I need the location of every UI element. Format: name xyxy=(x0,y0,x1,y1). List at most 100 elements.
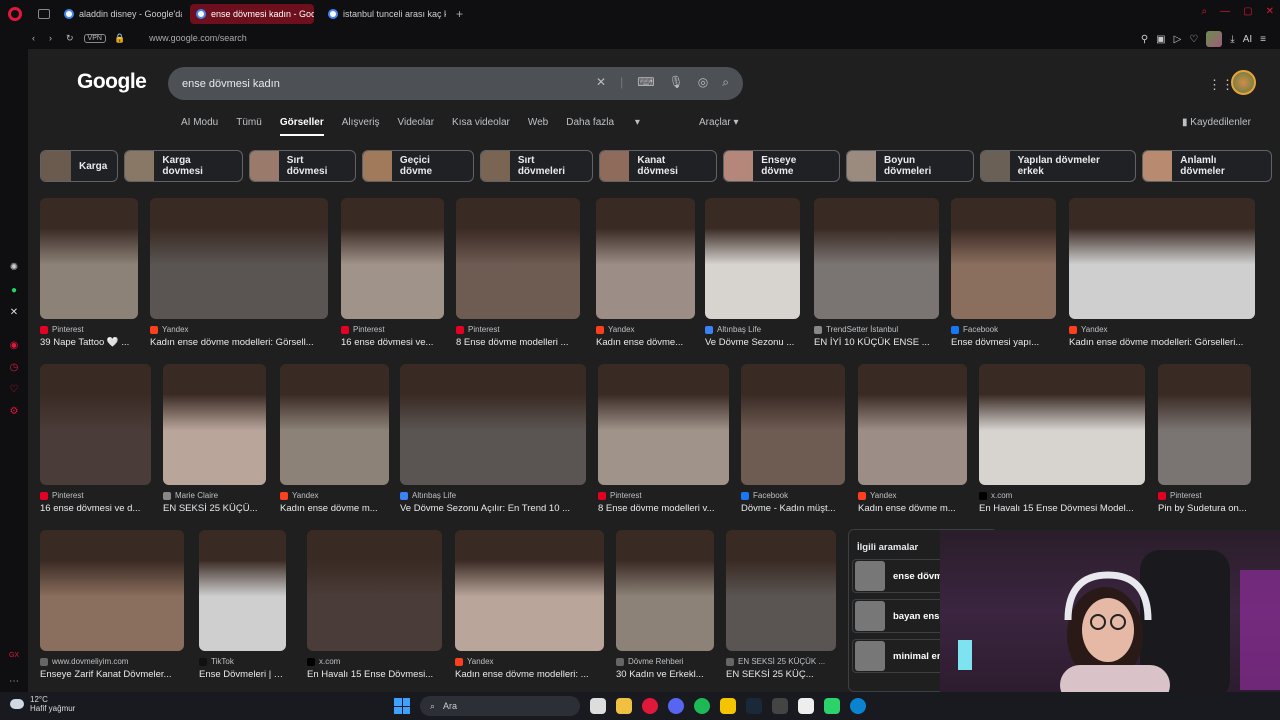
result-title[interactable]: 8 Ense dövme modelleri ... xyxy=(456,337,580,348)
google-logo[interactable]: Google xyxy=(77,70,147,94)
forward-icon[interactable]: › xyxy=(49,33,52,43)
heart-icon[interactable]: ♡ xyxy=(1189,34,1198,45)
app-icon[interactable] xyxy=(772,698,788,714)
suggestion-chip[interactable]: Kanat dövmesi xyxy=(599,150,718,182)
result-title[interactable]: Kadın ense dövme m... xyxy=(280,503,389,514)
lens-icon[interactable]: ◎ xyxy=(698,75,708,90)
pin-icon[interactable]: ⚲ xyxy=(1141,34,1148,45)
result-thumbnail[interactable] xyxy=(150,198,328,319)
gx-icon[interactable]: GX xyxy=(8,650,20,662)
search-tabs-icon[interactable]: ⌕ xyxy=(1202,6,1208,17)
app-green-icon[interactable] xyxy=(824,698,840,714)
discord-icon[interactable] xyxy=(668,698,684,714)
result-source[interactable]: x.com xyxy=(307,657,442,666)
result-title[interactable]: Kadın ense dövme modelleri: Görsell... xyxy=(150,337,328,348)
opera-logo-icon[interactable] xyxy=(8,6,22,21)
reload-icon[interactable]: ↻ xyxy=(66,33,74,44)
opera-player-icon[interactable]: ◉ xyxy=(8,340,20,352)
result-thumbnail[interactable] xyxy=(979,364,1145,485)
steam-icon[interactable] xyxy=(746,698,762,714)
suggestion-chip[interactable]: Enseye dövme xyxy=(723,150,841,182)
result-title[interactable]: Kadın ense dövme m... xyxy=(858,503,967,514)
result-title[interactable]: En Havalı 15 Ense Dövmesi... xyxy=(307,669,442,680)
file-explorer-icon[interactable] xyxy=(616,698,632,714)
result-thumbnail[interactable] xyxy=(814,198,939,319)
workspaces-icon[interactable] xyxy=(38,8,50,19)
tab-web[interactable]: Web xyxy=(528,117,548,136)
result-thumbnail[interactable] xyxy=(951,198,1056,319)
image-result[interactable]: Dövme Rehberi 30 Kadın ve Erkekl... xyxy=(616,530,714,680)
image-result[interactable]: x.com En Havalı 15 Ense Dövmesi... xyxy=(307,530,442,680)
result-source[interactable]: Pinterest xyxy=(40,491,151,500)
browser-tab[interactable]: istanbul tunceli arası kaç k xyxy=(322,4,446,24)
result-source[interactable]: Facebook xyxy=(951,325,1056,334)
result-title[interactable]: Ense Dövmeleri | T... xyxy=(199,669,286,680)
image-result[interactable]: EN SEKSİ 25 KÜÇÜK ... EN SEKSİ 25 KÜÇ... xyxy=(726,530,836,680)
tab-all[interactable]: Tümü xyxy=(236,117,262,136)
result-source[interactable]: Pinterest xyxy=(341,325,444,334)
image-result[interactable]: Facebook Dövme - Kadın müşt... xyxy=(741,364,845,514)
result-title[interactable]: Enseye Zarif Kanat Dövmeler... xyxy=(40,669,184,680)
suggestion-chip[interactable]: Sırt dövmeleri xyxy=(479,150,594,182)
image-result[interactable]: Pinterest Pin by Sudetura on... xyxy=(1158,364,1251,514)
result-title[interactable]: EN İYİ 10 KÜÇÜK ENSE ... xyxy=(814,337,939,348)
tab-ai-mode[interactable]: AI Modu xyxy=(181,117,218,136)
clear-icon[interactable]: ✕ xyxy=(596,75,606,90)
history-icon[interactable]: ◷ xyxy=(8,362,20,374)
result-source[interactable]: Altınbaş Life xyxy=(400,491,586,500)
result-source[interactable]: Pinterest xyxy=(1158,491,1251,500)
image-result[interactable]: Yandex Kadın ense dövme modelleri: ... xyxy=(455,530,604,680)
result-title[interactable]: Pin by Sudetura on... xyxy=(1158,503,1251,514)
vpn-badge[interactable]: VPN xyxy=(83,33,106,43)
result-thumbnail[interactable] xyxy=(163,364,266,485)
tab-videos[interactable]: Videolar xyxy=(398,117,435,136)
result-thumbnail[interactable] xyxy=(400,364,586,485)
tab-shopping[interactable]: Alışveriş xyxy=(342,117,380,136)
result-source[interactable]: Yandex xyxy=(858,491,967,500)
result-thumbnail[interactable] xyxy=(598,364,729,485)
result-thumbnail[interactable] xyxy=(705,198,800,319)
image-result[interactable]: Yandex Kadın ense dövme m... xyxy=(858,364,967,514)
weather-widget[interactable]: 12°C Hafif yağmur xyxy=(10,695,75,713)
result-thumbnail[interactable] xyxy=(616,530,714,651)
microphone-icon[interactable]: 🎙 xyxy=(669,75,684,90)
result-title[interactable]: 16 ense dövmesi ve... xyxy=(341,337,444,348)
search-input[interactable] xyxy=(182,77,582,90)
chatgpt-icon[interactable]: ✺ xyxy=(8,262,20,274)
more-icon[interactable]: ⋯ xyxy=(8,676,20,688)
windows-start-icon[interactable] xyxy=(394,698,410,714)
result-source[interactable]: Pinterest xyxy=(40,325,138,334)
result-source[interactable]: Dövme Rehberi xyxy=(616,657,714,666)
image-result[interactable]: TrendSetter İstanbul EN İYİ 10 KÜÇÜK ENSE… xyxy=(814,198,939,348)
tab-short-videos[interactable]: Kısa videolar xyxy=(452,117,510,136)
tab-more[interactable]: Daha fazla ▾ xyxy=(566,117,640,136)
spotify-icon[interactable] xyxy=(694,698,710,714)
result-source[interactable]: Pinterest xyxy=(456,325,580,334)
keyboard-icon[interactable]: ⌨ xyxy=(637,75,654,90)
saved-button[interactable]: ▮ Kaydedilenler xyxy=(1182,117,1251,128)
account-avatar[interactable] xyxy=(1231,70,1256,95)
search-icon[interactable]: ⌕ xyxy=(722,75,729,90)
image-result[interactable]: Pinterest 8 Ense dövme modelleri v... xyxy=(598,364,729,514)
ai-button[interactable]: AI xyxy=(1243,34,1252,45)
image-result[interactable]: Pinterest 39 Nape Tattoo 🤍 ... xyxy=(40,198,138,348)
result-thumbnail[interactable] xyxy=(40,198,138,319)
result-source[interactable]: EN SEKSİ 25 KÜÇÜK ... xyxy=(726,657,836,666)
image-result[interactable]: Altınbaş Life Ve Dövme Sezonu Açılır: En … xyxy=(400,364,586,514)
result-source[interactable]: Yandex xyxy=(150,325,328,334)
extension-avatar-icon[interactable] xyxy=(1206,31,1223,47)
result-title[interactable]: EN SEKSİ 25 KÜÇ... xyxy=(726,669,836,680)
result-title[interactable]: 39 Nape Tattoo 🤍 ... xyxy=(40,337,138,348)
opera-gx-icon[interactable] xyxy=(642,698,658,714)
result-source[interactable]: www.dovmeliyim.com xyxy=(40,657,184,666)
image-result[interactable]: Pinterest 8 Ense dövme modelleri ... xyxy=(456,198,580,348)
result-title[interactable]: EN SEKSİ 25 KÜÇÜ... xyxy=(163,503,266,514)
browser-tab[interactable]: aladdin disney - Google'da xyxy=(58,4,182,24)
image-result[interactable]: Pinterest 16 ense dövmesi ve d... xyxy=(40,364,151,514)
image-result[interactable]: Pinterest 16 ense dövmesi ve... xyxy=(341,198,444,348)
suggestion-chip[interactable]: Geçici dövme xyxy=(361,150,474,182)
notepad-icon[interactable] xyxy=(798,698,814,714)
taskbar-search[interactable]: ⌕ Ara xyxy=(420,696,580,716)
maximize-button[interactable]: ▢ xyxy=(1243,6,1252,17)
bookmarks-icon[interactable]: ♡ xyxy=(8,384,20,396)
